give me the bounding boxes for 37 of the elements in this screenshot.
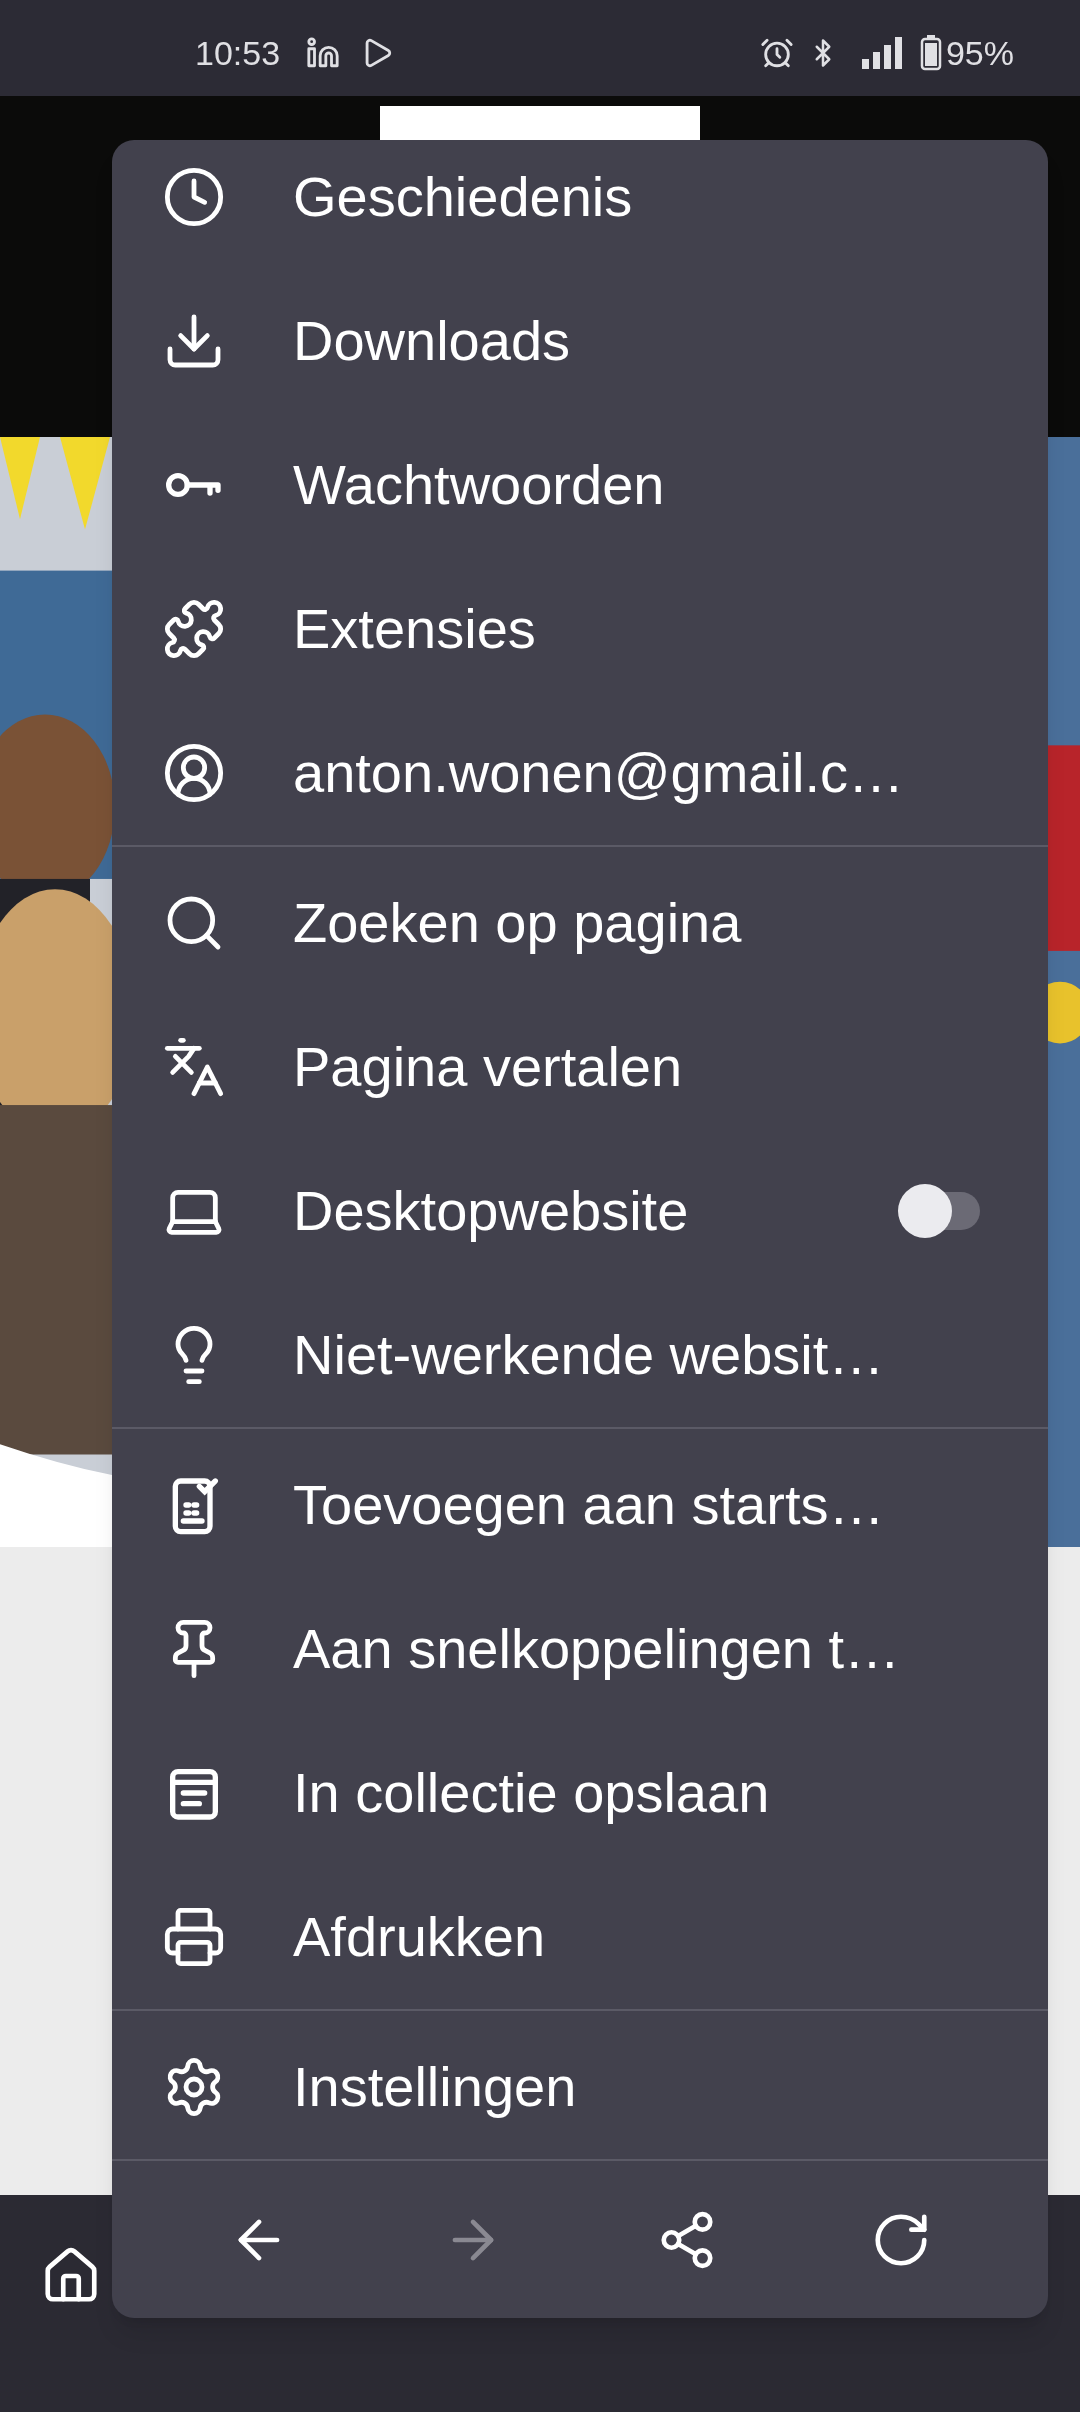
menu-item-label: In collectie opslaan <box>293 1760 770 1826</box>
menu-item-label: Downloads <box>293 308 571 374</box>
alarm-icon <box>759 36 794 70</box>
menu-item-label: Geschiedenis <box>293 164 633 230</box>
menu-item-label: Instellingen <box>293 2054 577 2120</box>
menu-item[interactable]: Aan snelkoppelingen t… <box>112 1577 1048 1721</box>
menu-item-label: Pagina vertalen <box>293 1034 683 1100</box>
menu-item-label: anton.wonen@gmail.c… <box>293 740 904 806</box>
menu-item-label: Aan snelkoppelingen t… <box>293 1616 901 1682</box>
menu-item[interactable]: Geschiedenis <box>112 125 1048 269</box>
clock-time: 10:53 <box>195 32 281 74</box>
menu-item[interactable]: Toevoegen aan starts… <box>112 1433 1048 1577</box>
printer-icon <box>162 1905 226 1969</box>
menu-item[interactable]: Downloads <box>112 269 1048 413</box>
menu-item[interactable]: Instellingen <box>112 2015 1048 2159</box>
menu-item-label: Extensies <box>293 596 536 662</box>
menu-item-label: Desktopwebsite <box>293 1178 689 1244</box>
account-icon <box>162 741 226 805</box>
menu-item[interactable]: Pagina vertalen <box>112 995 1048 1139</box>
menu-item-label: Afdrukken <box>293 1904 546 1970</box>
battery-icon <box>919 35 942 71</box>
menu-item[interactable]: Wachtwoorden <box>112 413 1048 557</box>
menu-item[interactable]: Extensies <box>112 557 1048 701</box>
menu-item-label: Toevoegen aan starts… <box>293 1472 885 1538</box>
menu-item[interactable]: Niet-werkende websit… <box>112 1283 1048 1427</box>
menu-item[interactable]: anton.wonen@gmail.c… <box>112 701 1048 845</box>
menu-item-label: Niet-werkende websit… <box>293 1322 885 1388</box>
puzzle-icon <box>162 597 226 661</box>
clock-icon <box>162 165 226 229</box>
battery-percentage: 95% <box>945 32 1014 74</box>
menu-item[interactable]: Desktopwebsite <box>112 1139 1048 1283</box>
menu-item[interactable]: In collectie opslaan <box>112 1721 1048 1865</box>
menu-item[interactable]: Zoeken op pagina <box>112 851 1048 995</box>
menu-item-label: Wachtwoorden <box>293 452 665 518</box>
translate-icon <box>162 1035 226 1099</box>
menu-item-label: Zoeken op pagina <box>293 890 742 956</box>
menu-item[interactable]: Afdrukken <box>112 1865 1048 2009</box>
